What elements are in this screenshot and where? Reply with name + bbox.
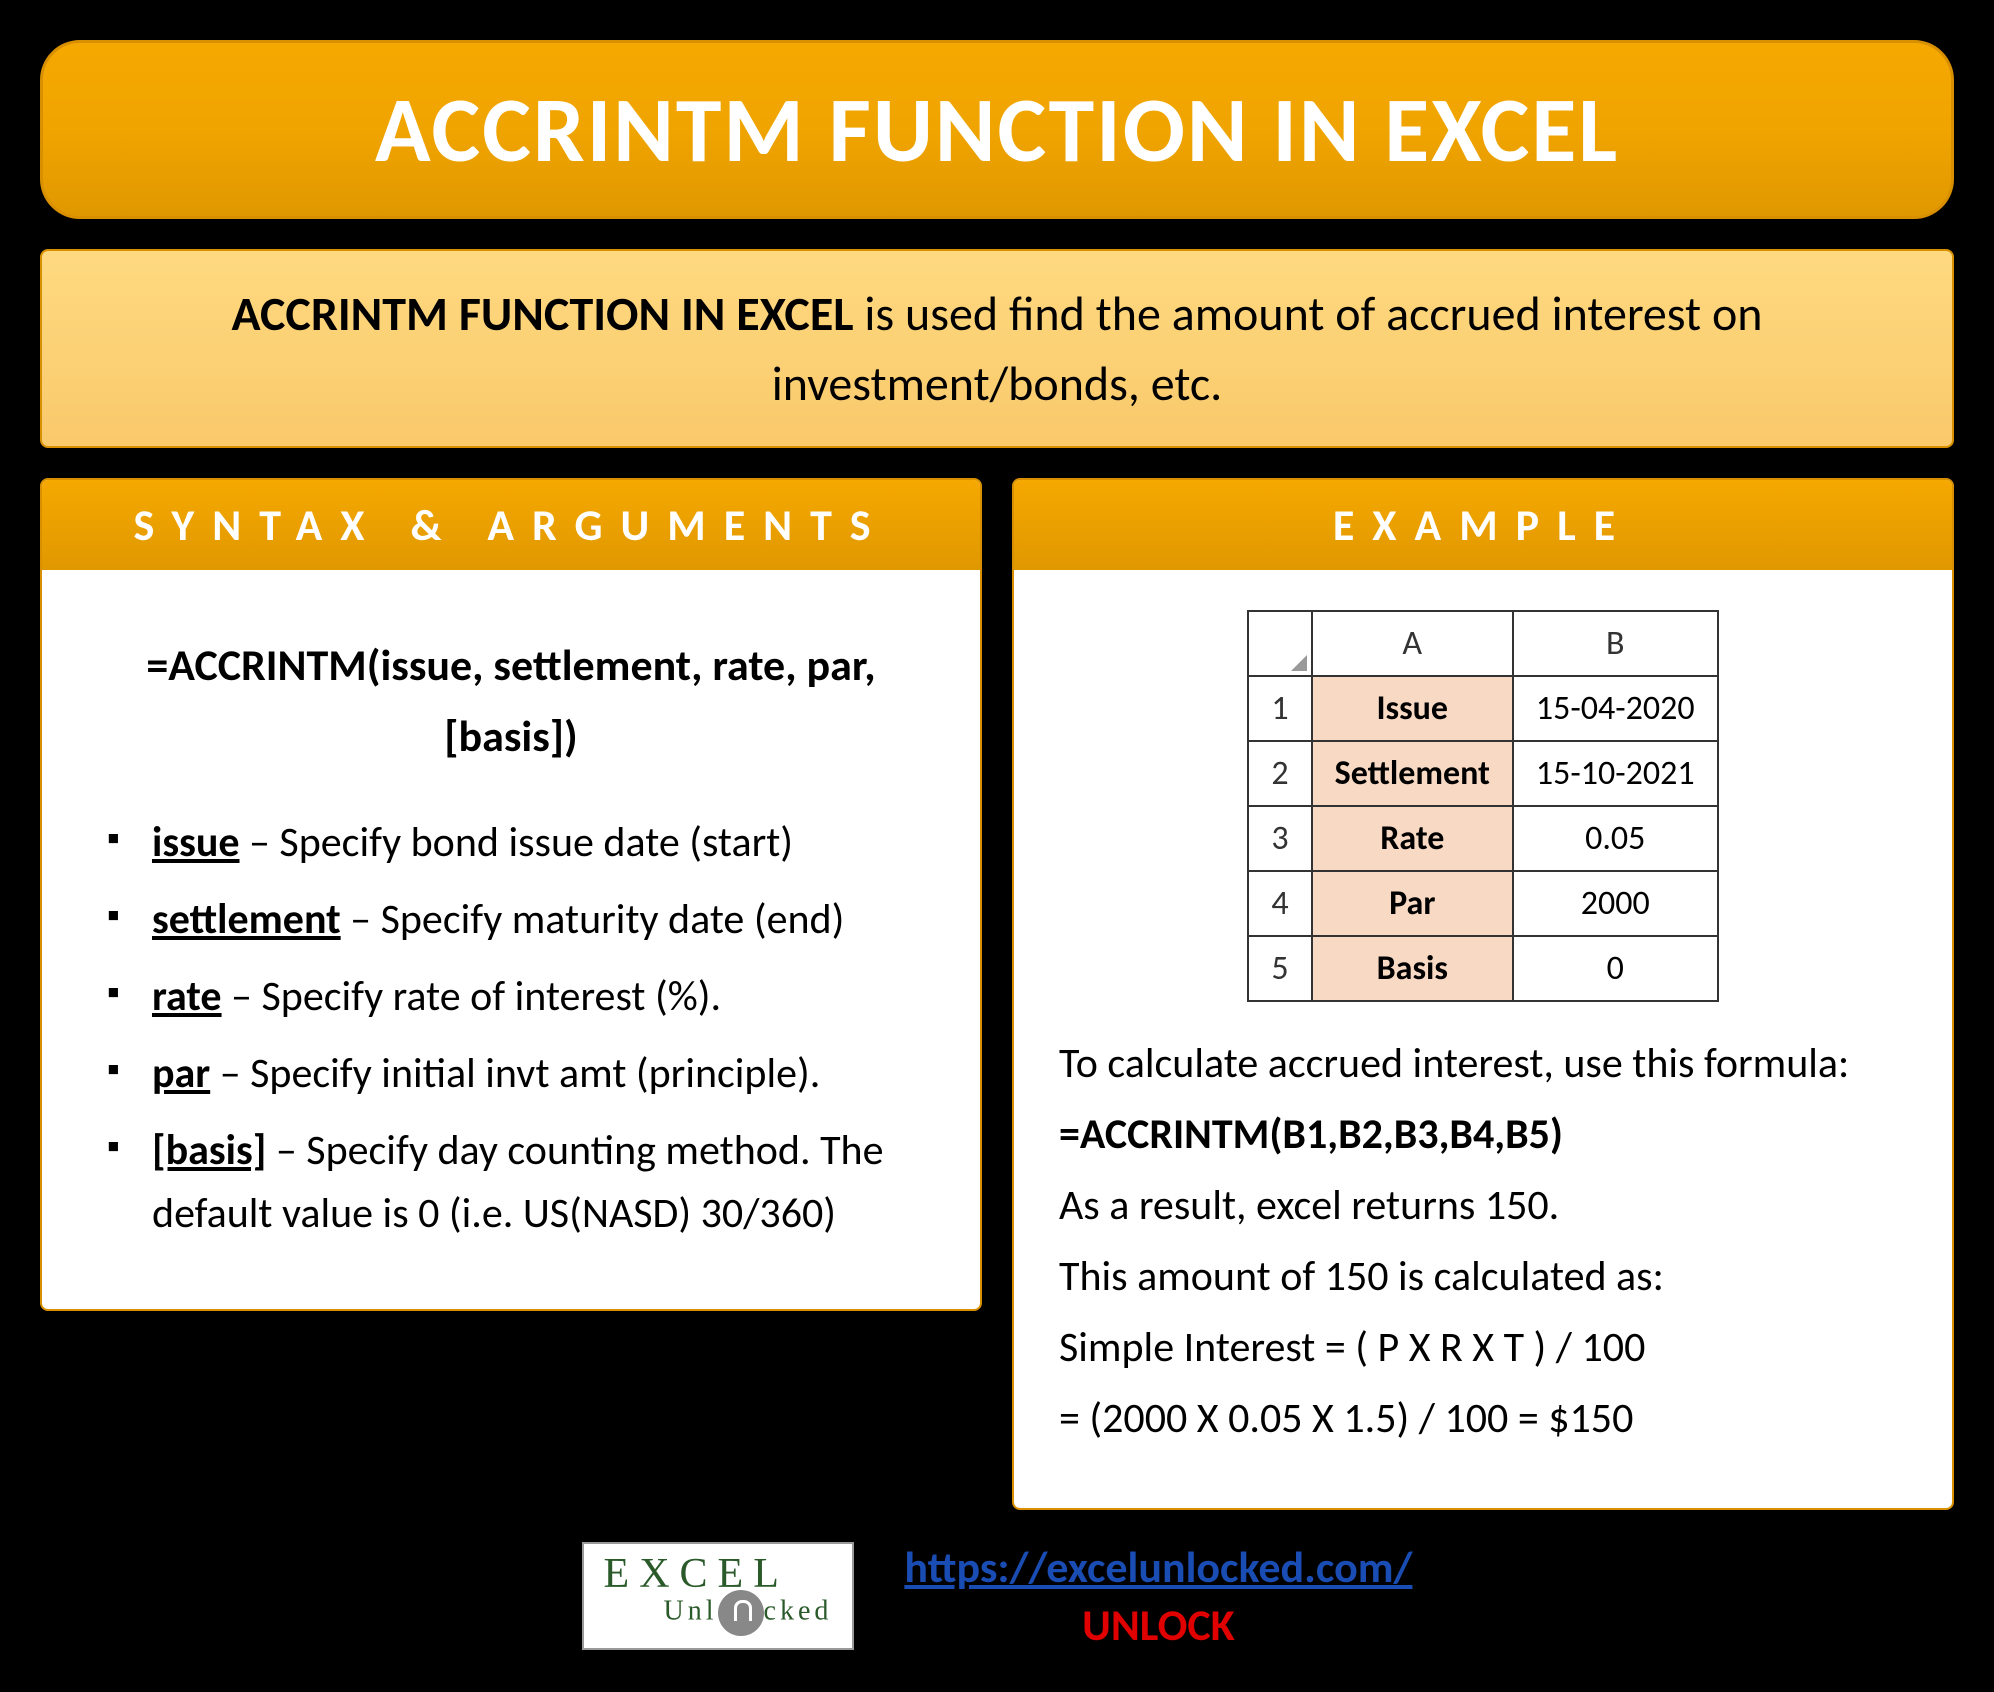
example-line: Simple Interest = ( P X R X T ) / 100: [1059, 1316, 1907, 1379]
logo: EXCEL Unlcked: [582, 1542, 855, 1650]
syntax-header: SYNTAX & ARGUMENTS: [42, 480, 980, 570]
intro-rest: is used find the amount of accrued inter…: [772, 284, 1763, 413]
example-column: EXAMPLE A B 1 Issue 15-04-2020: [1012, 478, 1954, 1510]
row-num: 5: [1248, 936, 1311, 1001]
arg-name: par: [152, 1048, 210, 1099]
arg-name: issue: [152, 817, 240, 868]
cell-label: Settlement: [1312, 741, 1513, 806]
logo-sub-text: Unlcked: [664, 1590, 833, 1636]
row-num: 3: [1248, 806, 1311, 871]
footer: EXCEL Unlcked https://excelunlocked.com/…: [40, 1540, 1954, 1652]
col-header-a: A: [1312, 611, 1513, 676]
arg-name: settlement: [152, 894, 341, 945]
list-item: [basis] – Specify day counting method. T…: [107, 1119, 935, 1245]
unlock-label: UNLOCK: [904, 1598, 1412, 1652]
arg-desc: – Specify initial invt amt (principle).: [210, 1048, 820, 1099]
excel-table: A B 1 Issue 15-04-2020 2 Settlement 15-1…: [1247, 610, 1718, 1002]
table-row: A B: [1248, 611, 1717, 676]
website-link[interactable]: https://excelunlocked.com/: [904, 1540, 1412, 1594]
example-line: This amount of 150 is calculated as:: [1059, 1245, 1907, 1308]
syntax-panel: SYNTAX & ARGUMENTS =ACCRINTM(issue, sett…: [40, 478, 982, 1311]
arg-desc: – Specify rate of interest (%).: [222, 971, 722, 1022]
cell-value: 2000: [1513, 871, 1718, 936]
syntax-column: SYNTAX & ARGUMENTS =ACCRINTM(issue, sett…: [40, 478, 982, 1510]
list-item: issue – Specify bond issue date (start): [107, 811, 935, 874]
title-bar: ACCRINTM FUNCTION IN EXCEL: [40, 40, 1954, 219]
col-header-b: B: [1513, 611, 1718, 676]
table-corner-icon: [1248, 611, 1311, 676]
list-item: par – Specify initial invt amt (principl…: [107, 1042, 935, 1105]
table-row: 1 Issue 15-04-2020: [1248, 676, 1717, 741]
cell-label: Rate: [1312, 806, 1513, 871]
syntax-body: =ACCRINTM(issue, settlement, rate, par, …: [42, 570, 980, 1309]
infographic-container: ACCRINTM FUNCTION IN EXCEL ACCRINTM FUNC…: [40, 40, 1954, 1652]
intro-box: ACCRINTM FUNCTION IN EXCEL is used find …: [40, 249, 1954, 448]
arg-desc: – Specify maturity date (end): [341, 894, 845, 945]
columns: SYNTAX & ARGUMENTS =ACCRINTM(issue, sett…: [40, 478, 1954, 1510]
cell-label: Issue: [1312, 676, 1513, 741]
cell-value: 15-10-2021: [1513, 741, 1718, 806]
example-panel: EXAMPLE A B 1 Issue 15-04-2020: [1012, 478, 1954, 1510]
example-body: A B 1 Issue 15-04-2020 2 Settlement 15-1…: [1014, 570, 1952, 1508]
logo-text-wrap: EXCEL Unlcked: [604, 1556, 833, 1636]
table-row: 3 Rate 0.05: [1248, 806, 1717, 871]
cell-label: Basis: [1312, 936, 1513, 1001]
keyhole-icon: [718, 1590, 764, 1636]
argument-list: issue – Specify bond issue date (start) …: [87, 811, 935, 1245]
arg-desc: – Specify bond issue date (start): [240, 817, 794, 868]
example-line: = (2000 X 0.05 X 1.5) / 100 = $150: [1059, 1387, 1907, 1450]
list-item: settlement – Specify maturity date (end): [107, 888, 935, 951]
cell-label: Par: [1312, 871, 1513, 936]
cell-value: 0: [1513, 936, 1718, 1001]
example-header: EXAMPLE: [1014, 480, 1952, 570]
example-formula: =ACCRINTM(B1,B2,B3,B4,B5): [1059, 1103, 1907, 1166]
footer-links: https://excelunlocked.com/ UNLOCK: [904, 1540, 1412, 1652]
example-line: As a result, excel returns 150.: [1059, 1174, 1907, 1237]
table-row: 5 Basis 0: [1248, 936, 1717, 1001]
arg-name: rate: [152, 971, 222, 1022]
row-num: 2: [1248, 741, 1311, 806]
table-row: 4 Par 2000: [1248, 871, 1717, 936]
example-text: To calculate accrued interest, use this …: [1059, 1032, 1907, 1450]
cell-value: 15-04-2020: [1513, 676, 1718, 741]
list-item: rate – Specify rate of interest (%).: [107, 965, 935, 1028]
example-line: To calculate accrued interest, use this …: [1059, 1032, 1907, 1095]
row-num: 4: [1248, 871, 1311, 936]
syntax-formula: =ACCRINTM(issue, settlement, rate, par, …: [87, 630, 935, 771]
intro-lead: ACCRINTM FUNCTION IN EXCEL: [231, 284, 853, 343]
cell-value: 0.05: [1513, 806, 1718, 871]
arg-name: [basis]: [152, 1125, 266, 1176]
table-row: 2 Settlement 15-10-2021: [1248, 741, 1717, 806]
row-num: 1: [1248, 676, 1311, 741]
page-title: ACCRINTM FUNCTION IN EXCEL: [93, 73, 1901, 186]
